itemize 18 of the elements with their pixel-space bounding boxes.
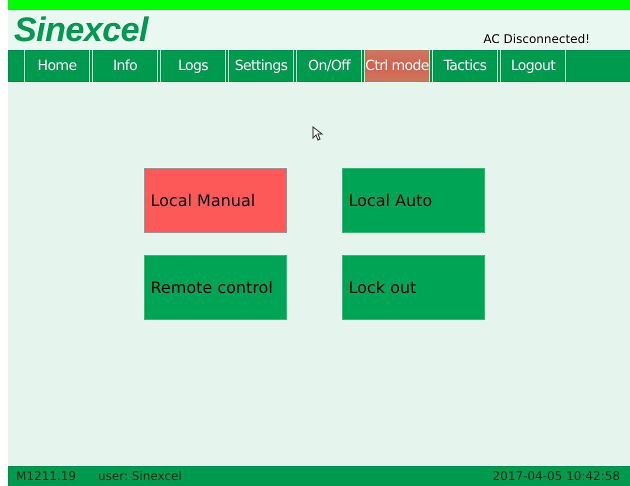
user-label: user: Sinexcel [98, 469, 182, 483]
alert-message: AC Disconnected! [483, 32, 590, 46]
mode-button[interactable]: Lock out [342, 255, 484, 320]
nav-tab[interactable]: On/Off [296, 50, 362, 82]
cursor-icon [312, 126, 324, 142]
nav-tab[interactable]: Info [92, 50, 158, 82]
mode-button[interactable]: Local Manual [144, 168, 286, 233]
logo: Sinexcel [14, 10, 148, 50]
nav-tab[interactable]: Logs [160, 50, 226, 82]
version-label: M1211.19 [16, 469, 76, 483]
mode-button[interactable]: Remote control [144, 255, 286, 320]
nav-tab[interactable]: Settings [228, 50, 294, 82]
mode-button[interactable]: Local Auto [342, 168, 484, 233]
datetime-label: 2017-04-05 10:42:58 [492, 469, 620, 483]
nav-tab[interactable]: Ctrl mode [364, 50, 430, 82]
nav-tab[interactable]: Logout [500, 50, 566, 82]
nav-tab[interactable]: Tactics [432, 50, 498, 82]
nav-tab[interactable]: Home [24, 50, 90, 82]
